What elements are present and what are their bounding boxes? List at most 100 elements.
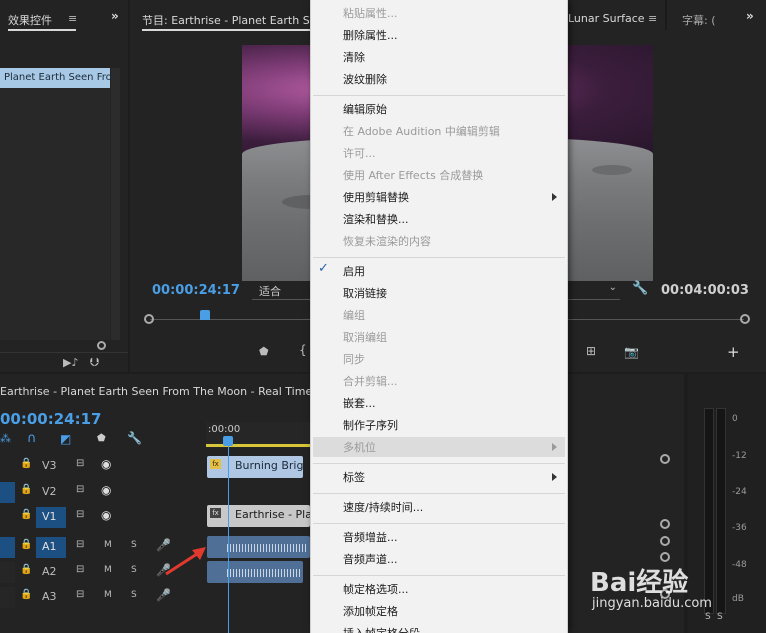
- mute-button[interactable]: M: [104, 590, 112, 600]
- track-scroll-knob[interactable]: [660, 454, 670, 464]
- sync-lock-icon[interactable]: ⊟: [76, 564, 84, 575]
- quality-dropdown[interactable]: ⌄: [568, 280, 620, 300]
- menu-item[interactable]: 添加帧定格: [343, 603, 398, 619]
- effects-clip-bar: Planet Earth Seen Fro: [0, 68, 112, 88]
- wrench-icon[interactable]: 🔧: [632, 281, 648, 296]
- linked-selection-icon[interactable]: ◩: [60, 432, 71, 446]
- sync-lock-icon[interactable]: ⊟: [76, 484, 84, 495]
- compare-view-icon[interactable]: ⊞: [586, 344, 596, 358]
- scrub-end-knob[interactable]: [740, 314, 750, 324]
- effects-scroll-knob[interactable]: [97, 341, 106, 350]
- menu-item[interactable]: 波纹删除: [343, 71, 387, 87]
- eye-icon[interactable]: ◉: [101, 508, 111, 522]
- timeline-ruler[interactable]: :00:00: [206, 422, 310, 448]
- menu-item[interactable]: 标签: [343, 469, 365, 485]
- menu-item[interactable]: 音频增益...: [343, 529, 398, 545]
- mute-button[interactable]: M: [104, 540, 112, 550]
- scrub-start-knob[interactable]: [144, 314, 154, 324]
- clip-v1-earthrise[interactable]: fx Earthrise - Pla: [207, 505, 310, 527]
- snap-icon[interactable]: ⁂: [0, 432, 11, 445]
- mute-button[interactable]: M: [104, 565, 112, 575]
- add-marker-icon[interactable]: ⬟: [259, 345, 269, 358]
- expand-panels-icon[interactable]: »: [746, 9, 754, 23]
- effects-scrollbar[interactable]: [111, 68, 120, 340]
- clip-a2-audio[interactable]: [207, 561, 303, 583]
- playhead-marker[interactable]: [200, 310, 210, 320]
- track-scroll-knob[interactable]: [660, 519, 670, 529]
- lock-icon[interactable]: 🔒: [20, 484, 32, 495]
- timeline-current-timecode[interactable]: 00:00:24:17: [0, 410, 102, 428]
- solo-button[interactable]: S: [131, 565, 137, 575]
- menu-item[interactable]: 使用剪辑替换: [343, 189, 409, 205]
- sync-lock-icon[interactable]: ⊟: [76, 589, 84, 600]
- menu-item[interactable]: 启用: [343, 263, 365, 279]
- fit-dropdown[interactable]: 适合: [252, 280, 312, 300]
- track-label: A3: [42, 590, 57, 603]
- expand-panels-icon[interactable]: »: [111, 9, 119, 23]
- lock-icon[interactable]: 🔒: [20, 589, 32, 600]
- sequence-tab[interactable]: Earthrise - Planet Earth Seen From The M…: [0, 385, 333, 398]
- solo-button[interactable]: S: [131, 590, 137, 600]
- lock-icon[interactable]: 🔒: [20, 564, 32, 575]
- menu-item[interactable]: 删除属性...: [343, 27, 398, 43]
- menu-item[interactable]: 音频声道...: [343, 551, 398, 567]
- clip-a1-audio[interactable]: [207, 536, 310, 558]
- track-header-v3[interactable]: 🔒 V3 ⊟ ◉: [0, 454, 206, 478]
- lock-icon[interactable]: 🔒: [20, 509, 32, 520]
- track-header-v1[interactable]: 🔒 V1 ⊟ ◉: [0, 505, 206, 529]
- menu-item: 多机位: [343, 441, 376, 454]
- menu-item[interactable]: 嵌套...: [343, 395, 376, 411]
- program-monitor-tab[interactable]: 节目: Earthrise - Planet Earth Se: [142, 12, 316, 28]
- source-patch[interactable]: [0, 482, 15, 503]
- export-icon[interactable]: ⮋: [90, 355, 99, 370]
- audio-only-icon[interactable]: ▶♪: [63, 356, 78, 369]
- lock-icon[interactable]: 🔒: [20, 539, 32, 550]
- program-title-tail: Lunar Surface: [568, 12, 645, 25]
- source-patch[interactable]: [0, 587, 15, 608]
- add-marker-icon[interactable]: ⬟: [97, 433, 106, 444]
- source-patch[interactable]: [0, 562, 15, 583]
- sync-lock-icon[interactable]: ⊟: [76, 509, 84, 520]
- menu-item[interactable]: 速度/持续时间...: [343, 499, 423, 515]
- lock-icon[interactable]: 🔒: [20, 458, 32, 469]
- menu-item[interactable]: 取消链接: [343, 285, 387, 301]
- program-current-timecode[interactable]: 00:00:24:17: [152, 283, 240, 298]
- sync-lock-icon[interactable]: ⊟: [76, 539, 84, 550]
- panel-menu-icon[interactable]: ≡: [68, 12, 77, 25]
- source-patch[interactable]: [0, 537, 15, 558]
- track-scroll-knob[interactable]: [660, 552, 670, 562]
- track-header-a3[interactable]: 🔒 A3 ⊟ M S 🎤: [0, 585, 206, 609]
- program-panel-menu-icon[interactable]: ≡: [648, 12, 657, 25]
- clip-v3-burning-bright[interactable]: fx Burning Brigh: [207, 456, 303, 478]
- menu-item[interactable]: 制作子序列: [343, 417, 398, 433]
- clip-context-menu: 粘贴属性... 删除属性... 清除 波纹删除 编辑原始在 Adobe Audition…: [310, 0, 568, 633]
- meter-tick-label: -12: [732, 451, 747, 461]
- export-frame-icon[interactable]: 📷: [624, 345, 639, 359]
- menu-item[interactable]: 帧定格选项...: [343, 581, 409, 597]
- meter-tick-label: -36: [732, 523, 747, 533]
- track-scroll-knob[interactable]: [660, 536, 670, 546]
- menu-separator: [313, 523, 565, 524]
- wrench-icon[interactable]: 🔧: [127, 431, 142, 445]
- sync-lock-icon[interactable]: ⊟: [76, 458, 84, 469]
- submenu-arrow-icon: [552, 193, 557, 201]
- mark-in-icon[interactable]: {: [299, 343, 307, 357]
- effects-clip-name: Planet Earth Seen Fro: [4, 72, 112, 83]
- track-header-v2[interactable]: 🔒 V2 ⊟ ◉: [0, 480, 206, 504]
- add-button-icon[interactable]: +: [727, 343, 740, 361]
- timeline-playhead-head[interactable]: [223, 436, 233, 446]
- eye-icon[interactable]: ◉: [101, 483, 111, 497]
- video-crater: [592, 165, 632, 175]
- menu-item[interactable]: 插入帧定格分段: [343, 625, 420, 633]
- menu-item: 使用 After Effects 合成替换: [343, 169, 484, 182]
- effects-controls-tab[interactable]: 效果控件: [8, 12, 52, 28]
- microphone-icon[interactable]: 🎤: [156, 588, 171, 602]
- menu-item[interactable]: 渲染和替换...: [343, 211, 409, 227]
- clip-label: Burning Brigh: [235, 459, 303, 472]
- eye-icon[interactable]: ◉: [101, 457, 111, 471]
- solo-button[interactable]: S: [131, 540, 137, 550]
- captions-tab[interactable]: 字幕: (: [682, 12, 716, 28]
- menu-item[interactable]: 编辑原始: [343, 101, 387, 117]
- menu-item[interactable]: 清除: [343, 49, 365, 65]
- magnet-icon[interactable]: ∩: [27, 431, 37, 446]
